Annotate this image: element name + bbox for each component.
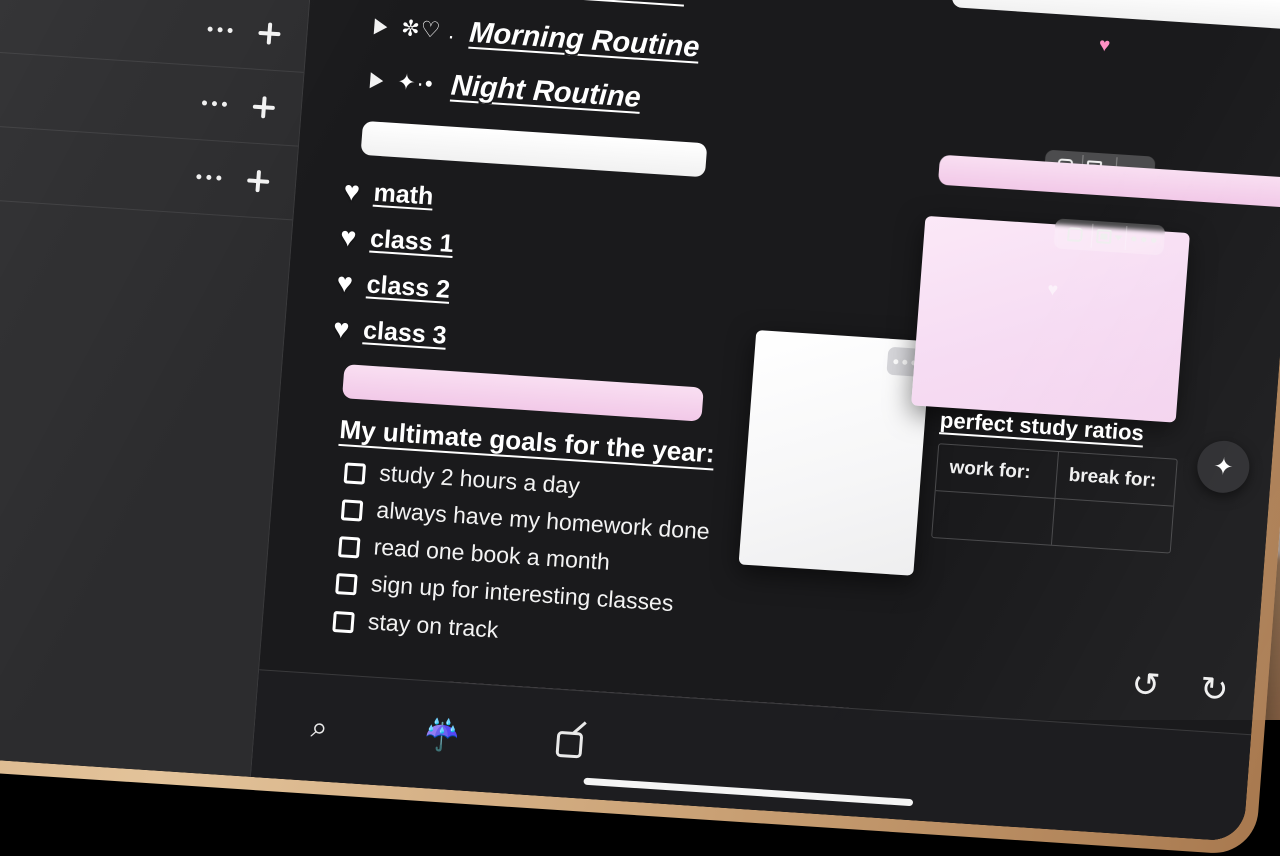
table-cell[interactable] (1051, 499, 1173, 553)
caret-right-icon[interactable] (369, 72, 384, 90)
redo-button[interactable]: ↻ (1198, 669, 1229, 711)
comment-icon[interactable] (1057, 221, 1094, 248)
undo-redo-bar: ↺ ↻ (1130, 664, 1230, 710)
note-card-white[interactable] (738, 330, 932, 576)
bell-icon[interactable]: ☔ (422, 717, 462, 754)
todo-label: study 2 hours a day (378, 459, 581, 499)
search-icon[interactable]: ⌕ (310, 710, 329, 745)
tablet-device: racker s: Dark ... s & settings (0, 0, 1280, 856)
ellipsis-icon[interactable] (201, 100, 228, 107)
sidebar-item-label: s: Dark ... (0, 59, 203, 118)
heart-icon: ♥ (332, 312, 351, 344)
compose-icon[interactable] (555, 730, 584, 758)
ellipsis-icon[interactable] (196, 174, 222, 181)
checkbox[interactable] (332, 610, 355, 633)
list-item-label: class 1 (369, 224, 455, 258)
sparkle-heart-icon: ✼♡ . (400, 15, 457, 44)
image-block[interactable] (342, 364, 704, 422)
chevron-down-icon (1113, 234, 1123, 241)
home-indicator (583, 777, 914, 807)
image-block-white-bar[interactable] (360, 120, 1136, 193)
toggle-label: Night Routine (449, 69, 642, 114)
heart-icon: ♥ (339, 221, 358, 253)
sidebar-footer: s & settings o Pro edback (0, 331, 281, 645)
sparkle-icon: ✦·• (396, 69, 435, 97)
list-item-label: class 3 (362, 315, 448, 350)
checkbox[interactable] (335, 573, 358, 596)
table-header-cell: work for: (935, 444, 1058, 499)
checkbox[interactable] (343, 462, 367, 485)
plus-icon[interactable] (246, 169, 270, 192)
checkbox[interactable] (337, 536, 361, 559)
list-item-label: class 2 (365, 269, 452, 304)
sidebar-item-label (0, 147, 196, 177)
image-block[interactable] (360, 120, 708, 178)
image-block-pink-bar[interactable] (342, 364, 704, 422)
caret-right-icon[interactable] (373, 18, 388, 36)
table-column-break: break for: (1051, 452, 1177, 553)
checkbox[interactable] (340, 499, 364, 522)
table-header-cell: break for: (1054, 452, 1177, 507)
ellipsis-icon[interactable] (207, 26, 233, 34)
sidebar-item-label: racker (0, 0, 209, 43)
tablet-screen: racker s: Dark ... s & settings (0, 0, 1280, 842)
table-cell[interactable] (932, 491, 1054, 545)
media-icon[interactable] (1091, 223, 1128, 250)
undo-button[interactable]: ↺ (1130, 664, 1161, 706)
table-column-work: work for: (932, 444, 1059, 545)
todo-label: read one book a month (372, 533, 611, 576)
heart-icon: ♥ (342, 175, 361, 207)
study-ratios-table[interactable]: work for: break for: (931, 443, 1178, 554)
study-ratios-block: perfect study ratios work for: break for… (931, 407, 1180, 554)
heart-icon: ♥ (335, 267, 354, 298)
plus-icon[interactable] (252, 95, 276, 118)
card-faint-line-2 (918, 311, 1182, 328)
note-app: racker s: Dark ... s & settings (0, 0, 1280, 842)
list-item-label: math (372, 178, 435, 211)
ellipsis-icon[interactable] (1126, 226, 1162, 252)
card-script-text (758, 548, 897, 557)
plus-icon[interactable] (258, 21, 282, 44)
todo-label: stay on track (367, 607, 500, 643)
heart-icon: ♥ (1098, 34, 1112, 57)
sparkle-icon: ✦ (1212, 452, 1235, 481)
card-faint-line-1: ♥ (1046, 278, 1059, 300)
toggle-label: Morning Routine (468, 16, 701, 64)
